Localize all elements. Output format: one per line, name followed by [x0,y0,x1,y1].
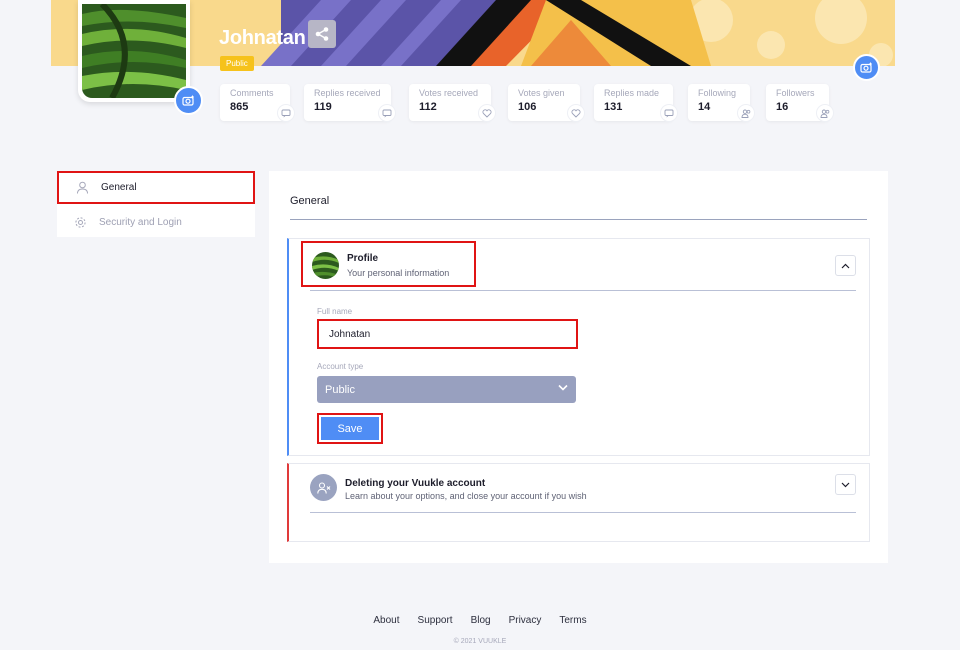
stat-value: 865 [230,101,249,113]
stat-value: 131 [604,101,623,113]
footer-links: About Support Blog Privacy Terms [0,615,960,626]
profile-card-header[interactable]: Profile Your personal information [301,241,476,287]
users-icon [817,105,833,121]
footer-link-about[interactable]: About [373,615,399,626]
profile-user-name: Johnatan [219,27,306,49]
card-divider [310,290,856,291]
profile-card-subtitle: Your personal information [347,268,450,278]
stat-replies-made[interactable]: Replies made 131 [594,84,677,121]
heart-plus-icon [479,105,495,121]
stat-value: 106 [518,101,537,113]
stat-label: Replies made [604,88,660,98]
footer-link-support[interactable]: Support [418,615,453,626]
chevron-down-icon [841,482,850,487]
sidebar-item-label: General [101,182,137,193]
stat-label: Votes received [419,88,479,98]
collapse-profile-button[interactable] [835,255,856,276]
share-profile-button[interactable] [308,20,336,48]
save-button-label: Save [321,417,379,440]
heart-plus-icon [568,105,584,121]
stat-following[interactable]: Following 14 [688,84,754,121]
panel-title: General [290,195,330,207]
users-icon [738,105,754,121]
sidebar-item-security[interactable]: Security and Login [57,205,255,239]
expand-delete-button[interactable] [835,474,856,495]
stat-label: Comments [230,88,274,98]
avatar-image [82,4,186,98]
settings-panel: General Profile Your personal informatio… [269,171,888,563]
camera-plus-icon [860,62,872,73]
account-type-label: Account type [317,362,364,371]
comment-icon [278,105,294,121]
stat-label: Followers [776,88,815,98]
profile-card-title: Profile [347,253,379,264]
panel-divider [290,219,867,220]
change-cover-button[interactable] [853,54,880,81]
stat-replies-received[interactable]: Replies received 119 [304,84,395,121]
account-type-select[interactable]: Public [317,376,576,403]
gear-icon [73,215,87,229]
chevron-up-icon [841,263,850,268]
delete-card-header[interactable]: Deleting your Vuukle account Learn about… [345,478,587,501]
reply-icon [661,105,677,121]
sidebar-item-label: Security and Login [99,216,182,228]
reply-icon [379,105,395,121]
stat-comments[interactable]: Comments 865 [220,84,294,121]
stat-label: Replies received [314,88,381,98]
stat-followers[interactable]: Followers 16 [766,84,833,121]
footer-link-terms[interactable]: Terms [559,615,586,626]
stat-value: 16 [776,101,789,113]
full-name-input[interactable] [317,319,578,349]
delete-card-title: Deleting your Vuukle account [345,478,486,489]
profile-card: Profile Your personal information Full n… [287,238,870,456]
footer-link-blog[interactable]: Blog [471,615,491,626]
account-type-value: Public [325,383,355,396]
copyright: © 2021 VUUKLE [453,638,507,645]
stat-value: 112 [419,101,437,113]
card-divider [310,512,856,513]
camera-plus-icon [182,95,194,106]
stat-votes-given[interactable]: Votes given 106 [508,84,584,121]
save-button[interactable]: Save [317,413,383,444]
stat-label: Votes given [518,88,565,98]
profile-thumbnail [312,252,339,279]
full-name-label: Full name [317,307,353,316]
stat-value: 119 [314,101,332,113]
user-icon [75,181,89,195]
share-icon [315,27,329,41]
stat-votes-received[interactable]: Votes received 112 [409,84,495,121]
stat-value: 14 [698,101,711,113]
change-avatar-button[interactable] [174,86,203,115]
stat-label: Following [698,88,737,98]
delete-account-card: Deleting your Vuukle account Learn about… [287,463,870,542]
user-remove-icon [310,474,337,501]
visibility-badge: Public [220,56,254,71]
sidebar-item-general[interactable]: General [57,171,255,204]
delete-card-subtitle: Learn about your options, and close your… [345,491,587,501]
footer-link-privacy[interactable]: Privacy [509,615,542,626]
profile-avatar [78,0,190,102]
settings-sidebar: General Security and Login [57,171,255,237]
chevron-down-icon [558,384,568,391]
